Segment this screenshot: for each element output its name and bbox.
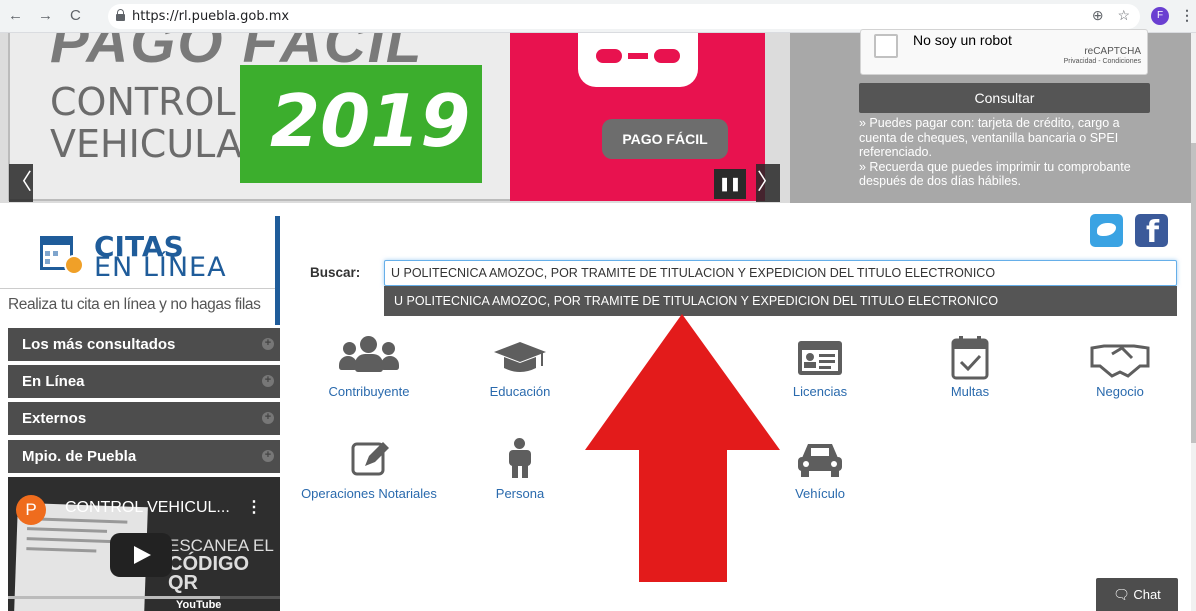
facebook-icon[interactable]: f — [1135, 214, 1168, 250]
reload-icon[interactable]: C — [70, 7, 81, 25]
graduation-cap-icon — [490, 336, 550, 380]
citas-en-linea-banner[interactable]: CITAS EN LÍNEA Realiza tu cita en línea … — [0, 216, 280, 325]
edit-icon — [339, 438, 399, 482]
twitter-icon[interactable] — [1090, 214, 1123, 247]
category-label: Negocio — [1096, 384, 1144, 399]
zoom-icon[interactable]: ⊕ — [1092, 7, 1104, 23]
category-negocio[interactable]: Negocio — [1050, 336, 1190, 399]
citas-slogan: Realiza tu cita en línea y no hagas fila… — [8, 296, 261, 313]
payment-info-line: » Recuerda que puedes imprimir tu compro… — [859, 159, 1131, 189]
chat-label: Chat — [1133, 587, 1161, 602]
page: ← → C https://rl.puebla.gob.mx ⊕ ☆ F ⋮ P… — [0, 0, 1196, 611]
recaptcha-brand: reCAPTCHA — [1084, 46, 1141, 57]
url-text: https://rl.puebla.gob.mx — [132, 9, 290, 24]
payment-info: » Puedes pagar con: tarjeta de crédito, … — [859, 116, 1159, 189]
chat-button[interactable]: 🗨 Chat — [1096, 578, 1178, 611]
recaptcha-checkbox[interactable] — [874, 34, 898, 58]
carousel-next-icon[interactable]: 〉 — [756, 164, 780, 202]
menu-item-label: Externos — [22, 410, 87, 427]
category-label: Operaciones Notariales — [301, 486, 437, 501]
expand-icon[interactable]: + — [262, 375, 274, 387]
category-contribuyente[interactable]: Contribuyente — [299, 336, 439, 399]
chat-bubble-icon: 🗨 — [1113, 587, 1134, 602]
expand-icon[interactable]: + — [262, 450, 274, 462]
category-operaciones-notariales[interactable]: Operaciones Notariales — [299, 438, 439, 501]
carousel-pause-icon[interactable]: ❚❚ — [714, 169, 746, 199]
video-overlay-line2: CÓDIGO QR — [168, 553, 250, 594]
banner-control-text: CONTROL VEHICULAR — [50, 81, 269, 165]
play-icon[interactable] — [110, 533, 172, 577]
consultar-button[interactable]: Consultar — [859, 83, 1150, 113]
banner-control-line1: CONTROL — [50, 80, 236, 124]
forward-icon[interactable]: → — [38, 7, 53, 25]
citas-subtitle: EN LÍNEA — [94, 252, 227, 283]
banner-year: 2019 — [270, 79, 471, 163]
menu-item-label: Los más consultados — [22, 336, 176, 353]
banner-carousel: PAGO FÁCIL CONTROL VEHICULAR 2019 PAGO F… — [0, 33, 790, 203]
calendar-clock-icon — [40, 233, 85, 275]
profile-avatar[interactable]: F — [1151, 7, 1169, 25]
back-icon[interactable]: ← — [8, 7, 23, 25]
menu-item-externos[interactable]: Externos + — [8, 402, 280, 435]
category-label: Educación — [489, 384, 551, 399]
video-title[interactable]: CONTROL VEHICUL... — [65, 499, 230, 517]
category-educacion[interactable]: Educación — [450, 336, 590, 399]
recaptcha-links[interactable]: Privacidad - Condiciones — [1064, 58, 1141, 65]
menu-item-mas-consultados[interactable]: Los más consultados + — [8, 328, 280, 361]
carousel-prev-icon[interactable]: 〈 — [9, 164, 33, 202]
expand-icon[interactable]: + — [262, 412, 274, 424]
menu-item-en-linea[interactable]: En Línea + — [8, 365, 280, 398]
recaptcha-label: No soy un robot — [913, 32, 1012, 48]
menu-item-mpio-puebla[interactable]: Mpio. de Puebla + — [8, 440, 280, 473]
category-label: Persona — [495, 486, 545, 501]
address-bar[interactable]: https://rl.puebla.gob.mx ⊕ ☆ — [108, 4, 1140, 29]
category-label: Multas — [950, 384, 990, 399]
divider — [0, 203, 1196, 211]
person-icon — [490, 438, 550, 482]
scrollbar[interactable] — [1191, 33, 1196, 611]
video-overlay-text: ESCANEA EL CÓDIGO QR — [168, 537, 280, 594]
search-input[interactable] — [384, 260, 1177, 286]
category-persona[interactable]: Persona — [450, 438, 590, 501]
pago-facil-button[interactable]: PAGO FÁCIL — [602, 119, 728, 159]
car-icon — [790, 438, 850, 482]
category-label: Contribuyente — [328, 384, 410, 399]
car-illustration-icon — [578, 33, 698, 87]
browser-menu-icon[interactable]: ⋮ — [1180, 7, 1194, 24]
red-arrow-annotation — [585, 314, 780, 582]
video-progress-bar[interactable] — [8, 596, 280, 599]
youtube-logo[interactable]: YouTube — [176, 599, 221, 611]
recaptcha-widget: No soy un robot reCAPTCHA Privacidad - C… — [860, 29, 1148, 75]
youtube-video-embed[interactable]: ESCANEA EL CÓDIGO QR P CONTROL VEHICUL..… — [8, 477, 280, 611]
payment-info-line: » Puedes pagar con: tarjeta de crédito, … — [859, 116, 1120, 159]
people-group-icon — [339, 336, 399, 380]
bookmark-star-icon[interactable]: ☆ — [1117, 7, 1130, 23]
expand-icon[interactable]: + — [262, 338, 274, 350]
search-suggestion[interactable]: U POLITECNICA AMOZOC, POR TRAMITE DE TIT… — [384, 286, 1177, 316]
search-label: Buscar: — [310, 265, 361, 280]
menu-item-label: En Línea — [22, 373, 85, 390]
category-multas[interactable]: Multas — [900, 336, 1040, 399]
id-card-icon — [790, 336, 850, 380]
calendar-check-icon — [940, 336, 1000, 380]
banner-year-box: 2019 — [240, 65, 482, 183]
banner-control-line2: VEHICULAR — [50, 122, 269, 166]
channel-avatar[interactable]: P — [16, 495, 46, 525]
menu-item-label: Mpio. de Puebla — [22, 448, 137, 465]
consult-panel: No soy un robot reCAPTCHA Privacidad - C… — [790, 29, 1196, 203]
banner-slide[interactable]: PAGO FÁCIL CONTROL VEHICULAR 2019 — [8, 33, 765, 201]
lock-icon — [116, 9, 125, 21]
handshake-icon — [1090, 336, 1150, 380]
video-menu-icon[interactable]: ⋮ — [246, 497, 262, 517]
